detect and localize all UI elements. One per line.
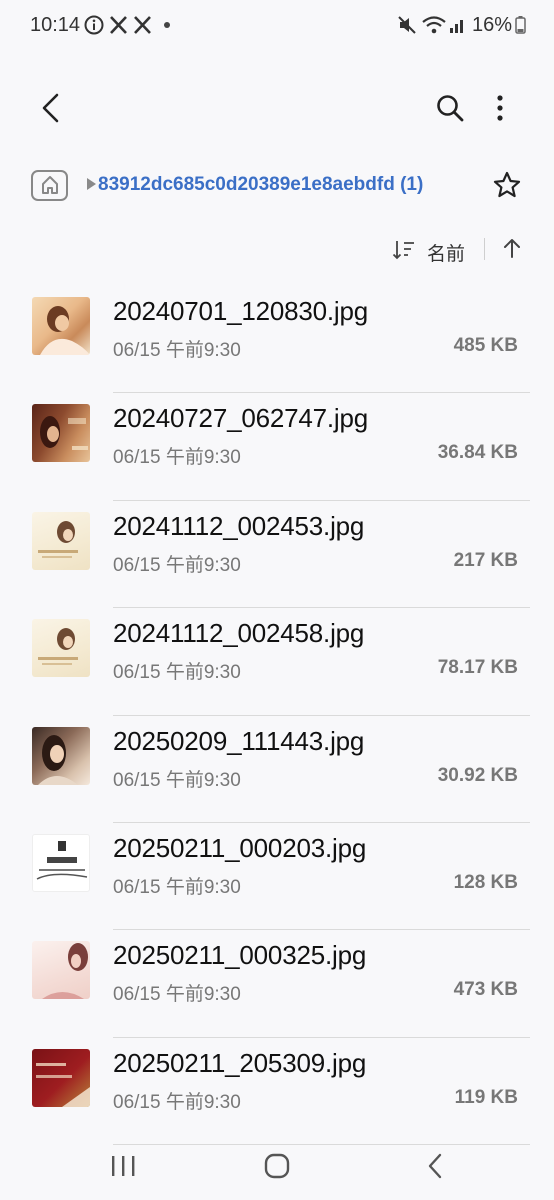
file-date: 06/15 午前9:30	[113, 662, 241, 684]
file-size: 30.92 KB	[437, 764, 518, 786]
dot-icon	[162, 14, 172, 41]
file-thumbnail	[32, 511, 90, 570]
list-item[interactable]: 20250211_000325.jpg 06/15 午前9:30 473 KB	[0, 930, 554, 1038]
file-thumbnail	[32, 726, 90, 785]
file-name: 20250211_205309.jpg	[113, 1047, 367, 1078]
file-thumbnail	[32, 404, 90, 463]
file-name: 20250211_000325.jpg	[113, 940, 367, 971]
file-size: 128 KB	[453, 871, 518, 893]
file-thumbnail	[32, 833, 90, 892]
mute-icon	[397, 14, 417, 41]
file-list: 20240701_120830.jpg 06/15 午前9:30 485 KB …	[0, 286, 554, 1146]
home-folder-button[interactable]	[31, 170, 68, 201]
file-date: 06/15 午前9:30	[113, 554, 241, 576]
battery-percent: 16%	[471, 14, 512, 36]
x-logo-icon	[133, 14, 153, 41]
file-size: 36.84 KB	[437, 442, 518, 464]
nav-back-button[interactable]	[412, 1150, 458, 1186]
status-time: 10:14	[30, 14, 81, 36]
sort-icon	[392, 239, 416, 266]
nav-back-icon	[427, 1153, 443, 1184]
list-item[interactable]: 20250211_205309.jpg 06/15 午前9:30 119 KB	[0, 1038, 554, 1146]
battery-icon	[515, 14, 526, 41]
file-size: 473 KB	[453, 979, 518, 1001]
system-nav-bar	[0, 1140, 554, 1200]
wifi-icon	[421, 14, 447, 41]
file-thumbnail	[32, 941, 90, 1000]
file-date: 06/15 午前9:30	[113, 1091, 241, 1113]
back-arrow-icon	[39, 92, 63, 129]
signal-icon	[449, 14, 467, 41]
path-separator-icon	[87, 178, 96, 190]
search-icon	[435, 93, 465, 128]
list-item[interactable]: 20250209_111443.jpg 06/15 午前9:30 30.92 K…	[0, 716, 554, 823]
file-size: 78.17 KB	[437, 657, 518, 679]
path-bar: 83912dc685c0d20389e1e8aebdfd (1)	[0, 162, 554, 212]
file-name: 20241112_002458.jpg	[113, 618, 365, 649]
x-logo-icon	[109, 14, 129, 41]
top-app-bar	[0, 80, 554, 140]
file-name: 20241112_002453.jpg	[113, 510, 365, 541]
file-name: 20240701_120830.jpg	[113, 296, 369, 326]
recents-icon	[110, 1154, 136, 1183]
favorite-button[interactable]	[488, 168, 526, 206]
file-date: 06/15 午前9:30	[113, 340, 241, 361]
list-item[interactable]: 20241112_002458.jpg 06/15 午前9:30 78.17 K…	[0, 608, 554, 716]
list-item[interactable]: 20241112_002453.jpg 06/15 午前9:30 217 KB	[0, 501, 554, 609]
sort-direction-button[interactable]	[498, 234, 526, 266]
file-thumbnail	[32, 1048, 90, 1107]
sort-bar: 名前	[0, 232, 554, 268]
recents-button[interactable]	[100, 1150, 146, 1186]
star-outline-icon	[492, 170, 522, 205]
arrow-up-icon	[502, 236, 522, 265]
info-icon	[84, 14, 104, 41]
list-item[interactable]: 20240701_120830.jpg 06/15 午前9:30 485 KB	[0, 286, 554, 394]
list-item[interactable]: 20250211_000203.jpg 06/15 午前9:30 128 KB	[0, 823, 554, 931]
search-button[interactable]	[428, 88, 472, 132]
more-vert-icon	[496, 93, 504, 128]
status-bar: 10:14 16%	[0, 0, 554, 52]
file-thumbnail	[32, 297, 90, 355]
sort-label[interactable]: 名前	[427, 239, 465, 266]
file-size: 217 KB	[453, 549, 518, 571]
sort-divider	[484, 238, 485, 260]
file-name: 20250211_000203.jpg	[113, 832, 367, 863]
file-date: 06/15 午前9:30	[113, 769, 241, 791]
file-size: 485 KB	[453, 335, 518, 356]
file-date: 06/15 午前9:30	[113, 984, 241, 1006]
back-button[interactable]	[30, 88, 72, 132]
file-name: 20250209_111443.jpg	[113, 725, 365, 756]
home-button-icon	[264, 1153, 290, 1184]
file-thumbnail	[32, 619, 90, 678]
home-folder-icon	[41, 175, 59, 200]
home-button[interactable]	[254, 1150, 300, 1186]
more-options-button[interactable]	[482, 88, 518, 132]
current-folder-name[interactable]: 83912dc685c0d20389e1e8aebdfd (1)	[98, 174, 423, 196]
file-size: 119 KB	[454, 1086, 518, 1108]
file-name: 20240727_062747.jpg	[113, 403, 369, 434]
file-date: 06/15 午前9:30	[113, 447, 241, 469]
file-date: 06/15 午前9:30	[113, 876, 241, 898]
list-item[interactable]: 20240727_062747.jpg 06/15 午前9:30 36.84 K…	[0, 393, 554, 501]
